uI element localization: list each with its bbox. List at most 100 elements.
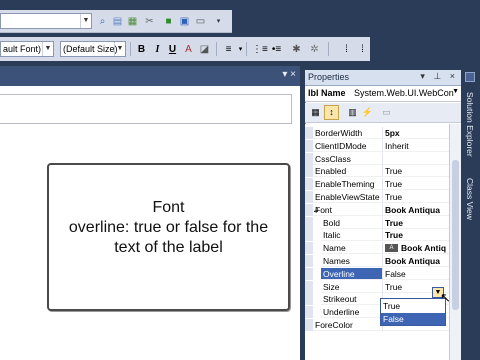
- dropdown-option-false[interactable]: False: [381, 313, 445, 325]
- property-name[interactable]: EnableViewState: [313, 191, 383, 203]
- row-gutter: [305, 306, 313, 319]
- property-name[interactable]: ClientIDMode: [313, 139, 383, 152]
- property-name[interactable]: Enabled: [313, 165, 383, 178]
- property-row[interactable]: Italic True: [305, 229, 449, 242]
- row-gutter: [305, 127, 313, 139]
- search-combo[interactable]: ▼: [0, 13, 92, 29]
- property-row[interactable]: ClientIDMode Inherit: [305, 139, 449, 152]
- document-tabstrip: ▾ ×: [0, 66, 300, 86]
- property-row[interactable]: ⊿ Font Book Antiqua: [305, 203, 449, 216]
- start-page-icon[interactable]: ▣: [178, 15, 191, 28]
- property-name[interactable]: Strikeout: [321, 293, 383, 306]
- back-color-icon[interactable]: ◪: [198, 43, 211, 56]
- unlink-icon[interactable]: ✲: [308, 43, 321, 56]
- properties-title-bar: Properties ▾ ⊥ ×: [305, 70, 461, 86]
- property-row[interactable]: EnableTheming True: [305, 178, 449, 191]
- object-browser-icon[interactable]: ▦: [126, 15, 139, 28]
- find-icon[interactable]: ⌕: [96, 15, 109, 28]
- object-selector[interactable]: lbl Name System.Web.UI.WebCon ▼: [305, 86, 461, 102]
- numbered-list-icon[interactable]: ⋮≡: [252, 43, 268, 56]
- properties-title: Properties: [308, 72, 350, 82]
- alphabetical-icon[interactable]: ↕: [324, 105, 339, 120]
- more-options-icon[interactable]: ⁞: [340, 43, 353, 56]
- property-pages-icon[interactable]: ▭: [379, 105, 394, 120]
- property-row[interactable]: CssClass: [305, 152, 449, 165]
- side-tab-strip: Solution Explorer Class View: [462, 66, 480, 360]
- property-name[interactable]: Bold: [321, 216, 383, 229]
- property-value[interactable]: False: [383, 268, 449, 280]
- pane-buttons[interactable]: ▾ ⊥ ×: [420, 71, 458, 82]
- row-gutter: [305, 267, 313, 280]
- property-row[interactable]: Names Book Antiqua: [305, 255, 449, 267]
- value-dropdown-list[interactable]: True False: [380, 298, 446, 326]
- property-value[interactable]: True: [383, 217, 449, 229]
- tab-solution-explorer[interactable]: Solution Explorer: [465, 92, 475, 157]
- property-name[interactable]: Overline: [321, 267, 383, 280]
- property-name[interactable]: Font: [313, 203, 383, 216]
- toolbar-options-icon[interactable]: ▾: [212, 15, 225, 28]
- chevron-down-icon[interactable]: ▼: [80, 14, 91, 28]
- property-value[interactable]: Inherit: [383, 140, 449, 152]
- callout-line-1: Font: [152, 199, 185, 216]
- pin-icon[interactable]: [465, 72, 475, 82]
- property-row[interactable]: Overline False: [305, 267, 449, 280]
- categorized-icon[interactable]: ▦: [308, 105, 323, 120]
- row-gutter: [305, 242, 313, 255]
- property-name[interactable]: Names: [321, 255, 383, 267]
- property-name[interactable]: Italic: [321, 229, 383, 242]
- tab-class-view[interactable]: Class View: [465, 178, 475, 220]
- dropdown-option-true[interactable]: True: [381, 300, 445, 312]
- font-size-combo[interactable]: (Default Size) ▼: [60, 41, 126, 57]
- fore-color-icon[interactable]: A: [182, 43, 195, 56]
- row-gutter: [305, 229, 313, 242]
- property-value[interactable]: [383, 153, 449, 165]
- extension-icon[interactable]: ▭: [194, 15, 207, 28]
- property-row[interactable]: Size True: [305, 280, 449, 293]
- vertical-scrollbar[interactable]: [449, 124, 461, 360]
- property-row[interactable]: EnableViewState True: [305, 191, 449, 203]
- row-gutter: [305, 191, 313, 203]
- bold-button[interactable]: B: [135, 43, 148, 56]
- property-value[interactable]: Book Antiqua: [383, 255, 449, 267]
- hyperlink-icon[interactable]: ✱: [290, 43, 303, 56]
- property-name[interactable]: Underline: [321, 306, 383, 319]
- designer-element[interactable]: [0, 94, 292, 124]
- row-gutter: [305, 178, 313, 191]
- property-value[interactable]: Book Antiqua: [383, 204, 449, 216]
- chevron-down-icon[interactable]: ▼: [114, 42, 125, 56]
- toolbox-icon[interactable]: ■: [162, 15, 175, 28]
- close-icon[interactable]: ▾ ×: [282, 69, 296, 80]
- property-name[interactable]: CssClass: [313, 152, 383, 165]
- chevron-down-icon[interactable]: ▼: [452, 88, 459, 95]
- property-value[interactable]: True: [383, 165, 449, 178]
- scroll-thumb[interactable]: [452, 160, 459, 310]
- property-row[interactable]: Bold True: [305, 216, 449, 229]
- property-row[interactable]: BorderWidth 5px: [305, 127, 449, 139]
- property-name[interactable]: EnableTheming: [313, 178, 383, 191]
- property-value[interactable]: True: [383, 178, 449, 191]
- property-name[interactable]: Size: [321, 280, 383, 293]
- events-icon[interactable]: ⚡: [360, 105, 375, 120]
- property-row[interactable]: Enabled True: [305, 165, 449, 178]
- property-name[interactable]: ForeColor: [313, 319, 383, 331]
- callout-line-2: overline: true or false for the: [68, 219, 269, 236]
- more-options-icon[interactable]: ⁞: [356, 43, 369, 56]
- callout-line-3: text of the label: [114, 239, 223, 256]
- property-name[interactable]: Name: [321, 242, 383, 255]
- chevron-down-icon[interactable]: ▼: [42, 42, 53, 56]
- row-gutter: [305, 319, 313, 331]
- property-value[interactable]: True: [383, 229, 449, 242]
- font-preview-icon: A: [385, 244, 398, 253]
- tools-icon[interactable]: ✂: [143, 15, 156, 28]
- italic-button[interactable]: I: [151, 43, 164, 56]
- font-name-value: ault Font): [3, 44, 42, 54]
- property-value[interactable]: True: [383, 191, 449, 203]
- property-row[interactable]: Name Book Antiq A: [305, 242, 449, 255]
- underline-button[interactable]: U: [166, 43, 179, 56]
- properties-icon[interactable]: ▤: [111, 15, 124, 28]
- property-value[interactable]: 5px: [383, 127, 449, 139]
- bullet-list-icon[interactable]: •≡: [270, 43, 283, 56]
- properties-view-icon[interactable]: ▥: [345, 105, 360, 120]
- font-name-combo[interactable]: ault Font) ▼: [0, 41, 54, 57]
- property-name[interactable]: BorderWidth: [313, 127, 383, 139]
